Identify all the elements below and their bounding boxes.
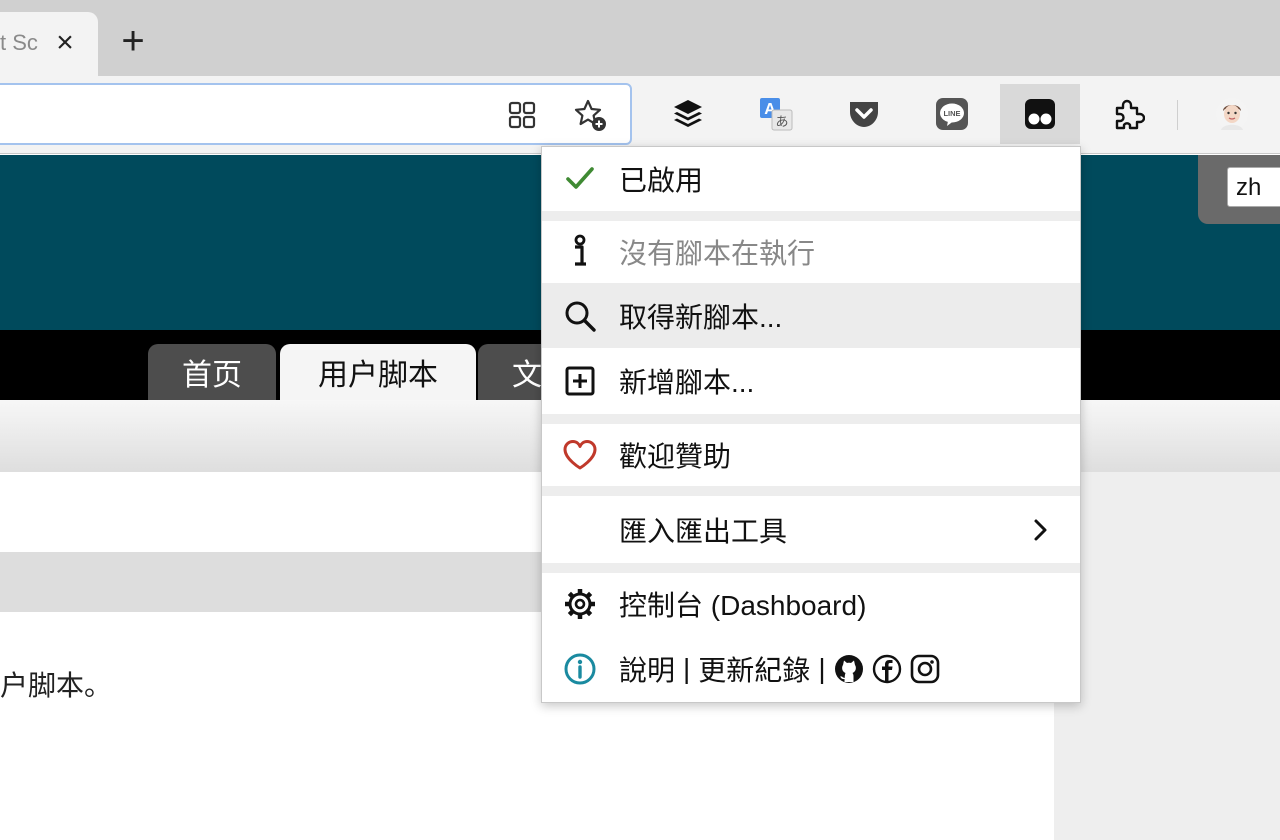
apps-grid-icon[interactable] <box>504 97 540 133</box>
browser-toolbar: A あ LINE <box>0 76 1280 154</box>
menu-item-donate[interactable]: 歡迎贊助 <box>542 424 1080 486</box>
address-bar[interactable] <box>0 83 632 145</box>
menu-label: 匯入匯出工具 <box>619 515 788 547</box>
translate-icon[interactable]: A あ <box>736 84 816 144</box>
menu-label: 取得新腳本... <box>619 301 783 333</box>
svg-text:あ: あ <box>775 115 788 130</box>
buffer-layers-icon[interactable] <box>648 84 728 144</box>
separator: | <box>818 652 826 684</box>
instagram-icon[interactable] <box>910 654 940 684</box>
menu-item-utilities[interactable]: 匯入匯出工具 <box>542 496 1080 563</box>
menu-item-dashboard[interactable]: 控制台 (Dashboard) <box>542 573 1080 635</box>
new-tab-button[interactable]: + <box>113 21 153 62</box>
tab-strip: t Sc × + <box>0 0 1280 76</box>
menu-item-enabled[interactable]: 已啟用 <box>542 147 1080 211</box>
facebook-icon[interactable] <box>872 654 902 684</box>
menu-label: 控制台 (Dashboard) <box>619 590 867 621</box>
tab-title: t Sc <box>0 30 38 55</box>
help-link[interactable]: 說明 <box>619 649 675 689</box>
chevron-right-icon <box>1026 516 1054 544</box>
add-favorite-icon[interactable] <box>572 97 608 133</box>
checkmark-icon <box>562 161 598 197</box>
page-body-text: 户脚本。 <box>0 670 113 701</box>
close-tab-icon[interactable]: × <box>50 28 80 59</box>
nav-tab-home[interactable]: 首页 <box>148 344 276 400</box>
browser-tab[interactable]: t Sc × <box>0 12 98 76</box>
help-links: 說明 | 更新紀錄 | <box>619 649 940 689</box>
menu-label: 已啟用 <box>619 165 704 196</box>
tampermonkey-menu: 已啟用 沒有腳本在執行 取得新腳本... 新增腳本... 歡迎贊助 匯入匯出工具 <box>541 146 1081 703</box>
menu-item-add-new-script[interactable]: 新增腳本... <box>542 348 1080 414</box>
search-icon <box>562 298 598 334</box>
menu-item-get-new-scripts[interactable]: 取得新腳本... <box>542 283 1080 348</box>
language-select[interactable]: zh <box>1227 167 1280 207</box>
github-icon[interactable] <box>834 654 864 684</box>
profile-avatar[interactable] <box>1192 84 1272 144</box>
menu-label: 新增腳本... <box>619 367 755 398</box>
separator: | <box>683 652 691 684</box>
gear-icon <box>562 586 598 622</box>
info-circle-icon <box>562 651 598 687</box>
info-i-icon <box>562 234 598 270</box>
changelog-link[interactable]: 更新紀錄 <box>698 649 810 689</box>
page-sidebar <box>1054 472 1280 840</box>
plus-square-icon <box>562 363 598 399</box>
nav-tab-userscripts[interactable]: 用户脚本 <box>280 344 476 400</box>
menu-label: 歡迎贊助 <box>619 441 732 472</box>
heart-icon <box>562 437 598 473</box>
menu-label: 沒有腳本在執行 <box>619 238 816 269</box>
toolbar-divider <box>1177 100 1178 130</box>
pocket-icon[interactable] <box>824 84 904 144</box>
menu-item-help-links: 說明 | 更新紀錄 | <box>542 635 1080 702</box>
extensions-puzzle-icon[interactable] <box>1088 84 1168 144</box>
menu-item-no-scripts: 沒有腳本在執行 <box>542 221 1080 283</box>
svg-text:LINE: LINE <box>943 109 960 118</box>
line-icon[interactable]: LINE <box>912 84 992 144</box>
tampermonkey-icon[interactable] <box>1000 84 1080 144</box>
